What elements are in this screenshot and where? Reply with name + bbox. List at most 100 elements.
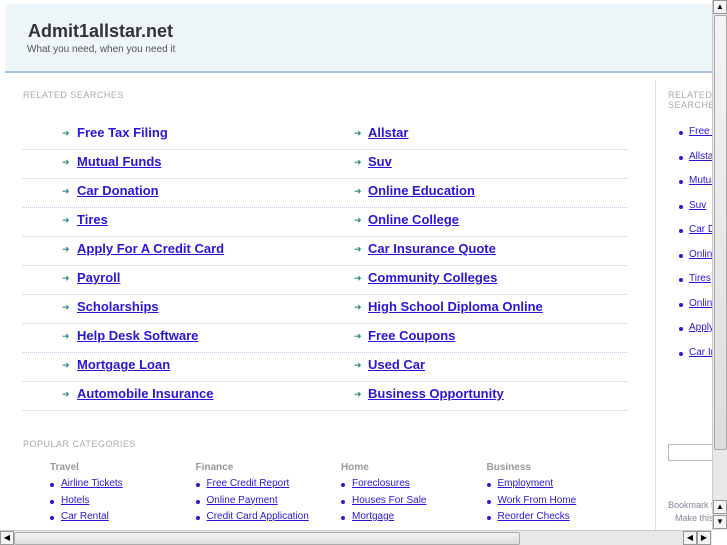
sidebar-item: Apply For A Credit Card [679, 322, 712, 333]
related-search-link[interactable]: Car Insurance Quote [368, 241, 496, 256]
related-row: ➜ Mutual Funds ➜ Suv [23, 150, 627, 179]
sidebar-link[interactable]: Car Donation [689, 224, 712, 235]
category-link[interactable]: Car Rental [61, 511, 109, 522]
related-row: ➜ Apply For A Credit Card ➜ Car Insurance Q… [23, 237, 627, 266]
bullet-icon [50, 483, 54, 487]
category-column: Home Foreclosures Houses For Sale Mortgage [341, 462, 486, 528]
category-item: Reorder Checks [486, 511, 632, 528]
related-search-link[interactable]: Help Desk Software [77, 328, 198, 343]
category-link[interactable]: Work From Home [498, 495, 577, 506]
bullet-icon [679, 253, 683, 258]
sidebar-link[interactable]: Apply For A Credit Card [689, 322, 712, 333]
sidebar-heading: RELATED SEARCHES [668, 90, 712, 110]
bullet-icon [195, 516, 200, 520]
bullet-icon [679, 278, 683, 282]
related-search-link[interactable]: Free Coupons [368, 328, 455, 343]
popular-categories-heading: POPULAR CATEGORIES [23, 439, 136, 449]
make-homepage-link[interactable]: Make this your homepage [675, 513, 712, 523]
arrow-icon: ➜ [354, 389, 362, 399]
vertical-scrollbar[interactable]: ▲ ▲ ▼ [712, 0, 727, 530]
bullet-icon [679, 204, 683, 209]
arrow-icon: ➜ [354, 302, 362, 312]
category-column: Business Employment Work From Home Reorder … [486, 462, 632, 528]
sidebar-item: Suv [679, 200, 706, 211]
related-row: ➜ Tires ➜ Online College [23, 208, 627, 237]
category-link[interactable]: Free Credit Report [207, 478, 290, 489]
search-input[interactable] [668, 444, 712, 461]
category-item: Employment [486, 478, 632, 495]
related-search-link[interactable]: Community Colleges [368, 270, 497, 285]
bullet-icon [195, 483, 200, 487]
bullet-icon [50, 499, 54, 504]
category-link[interactable]: Reorder Checks [498, 511, 570, 522]
sidebar-item: Online Education [679, 249, 712, 260]
related-search-link[interactable]: Automobile Insurance [77, 386, 214, 401]
bookmark-link[interactable]: Bookmark this page [668, 500, 712, 510]
sidebar-link[interactable]: Tires [689, 273, 711, 284]
related-search-link[interactable]: Online Education [368, 183, 475, 198]
site-tagline: What you need, when you need it [27, 44, 176, 55]
bullet-icon [679, 155, 683, 160]
category-item: Houses For Sale [341, 495, 486, 512]
related-search-link[interactable]: Online College [368, 212, 459, 227]
related-search-link[interactable]: Payroll [77, 270, 120, 285]
scroll-up-icon[interactable]: ▲ [713, 0, 727, 14]
arrow-icon: ➜ [354, 244, 362, 254]
scroll-up-icon[interactable]: ▲ [713, 500, 727, 514]
sidebar-link[interactable]: Online College [689, 298, 712, 309]
related-search-link[interactable]: Apply For A Credit Card [77, 241, 224, 256]
arrow-icon: ➜ [354, 128, 362, 138]
category-item: Free Credit Report [195, 478, 341, 495]
sidebar: RELATED SEARCHES Free Tax Filing Allstar M… [655, 80, 712, 530]
related-search-link[interactable]: Car Donation [77, 183, 159, 198]
arrow-icon: ➜ [62, 215, 70, 225]
arrow-icon: ➜ [62, 389, 70, 399]
sidebar-link[interactable]: Car Insurance Quote [689, 347, 712, 358]
related-row: ➜ Mortgage Loan ➜ Used Car [23, 353, 627, 382]
category-link[interactable]: Employment [498, 478, 554, 489]
category-link[interactable]: Online Payment [207, 495, 278, 506]
related-search-link[interactable]: Tires [77, 212, 108, 227]
related-search-link[interactable]: Free Tax Filing [77, 125, 168, 140]
sidebar-item: Mutual Funds [679, 175, 712, 186]
arrow-icon: ➜ [62, 186, 70, 196]
category-link[interactable]: Houses For Sale [352, 495, 426, 506]
related-searches-heading: RELATED SEARCHES [23, 90, 124, 100]
scroll-right-icon[interactable]: ▶ [697, 531, 711, 545]
sidebar-link[interactable]: Mutual Funds [689, 175, 712, 186]
arrow-icon: ➜ [62, 273, 70, 283]
category-link[interactable]: Foreclosures [352, 478, 410, 489]
bullet-icon [341, 516, 345, 520]
horizontal-scroll-thumb[interactable] [14, 532, 520, 545]
related-search-link[interactable]: High School Diploma Online [368, 299, 543, 314]
related-search-link[interactable]: Used Car [368, 357, 425, 372]
category-item: Foreclosures [341, 478, 486, 495]
related-search-link[interactable]: Mutual Funds [77, 154, 162, 169]
sidebar-link[interactable]: Allstar [689, 151, 712, 162]
category-link[interactable]: Mortgage [352, 511, 394, 522]
category-item: Airline Tickets [50, 478, 195, 495]
related-row: ➜ Car Donation ➜ Online Education [23, 179, 627, 208]
category-item: Hotels [50, 495, 195, 512]
arrow-icon: ➜ [62, 157, 70, 167]
vertical-scroll-thumb[interactable] [714, 15, 727, 450]
related-row: ➜ Payroll ➜ Community Colleges [23, 266, 627, 295]
sidebar-link[interactable]: Free Tax Filing [689, 126, 712, 137]
scroll-left-icon[interactable]: ◀ [0, 531, 14, 545]
related-search-link[interactable]: Allstar [368, 125, 408, 140]
related-search-link[interactable]: Suv [368, 154, 392, 169]
horizontal-scrollbar[interactable]: ◀ ◀ ▶ [0, 530, 712, 545]
sidebar-item: Free Tax Filing [679, 126, 712, 137]
site-header: Admit1allstar.net What you need, when yo… [5, 4, 712, 73]
sidebar-link[interactable]: Suv [689, 200, 706, 211]
category-link[interactable]: Hotels [61, 495, 89, 506]
related-search-link[interactable]: Scholarships [77, 299, 159, 314]
scroll-down-icon[interactable]: ▼ [713, 515, 727, 529]
related-search-link[interactable]: Mortgage Loan [77, 357, 170, 372]
related-search-link[interactable]: Business Opportunity [368, 386, 504, 401]
arrow-icon: ➜ [354, 215, 362, 225]
sidebar-link[interactable]: Online Education [689, 249, 712, 260]
category-link[interactable]: Credit Card Application [207, 511, 309, 522]
scroll-left-icon[interactable]: ◀ [683, 531, 697, 545]
category-link[interactable]: Airline Tickets [61, 478, 123, 489]
